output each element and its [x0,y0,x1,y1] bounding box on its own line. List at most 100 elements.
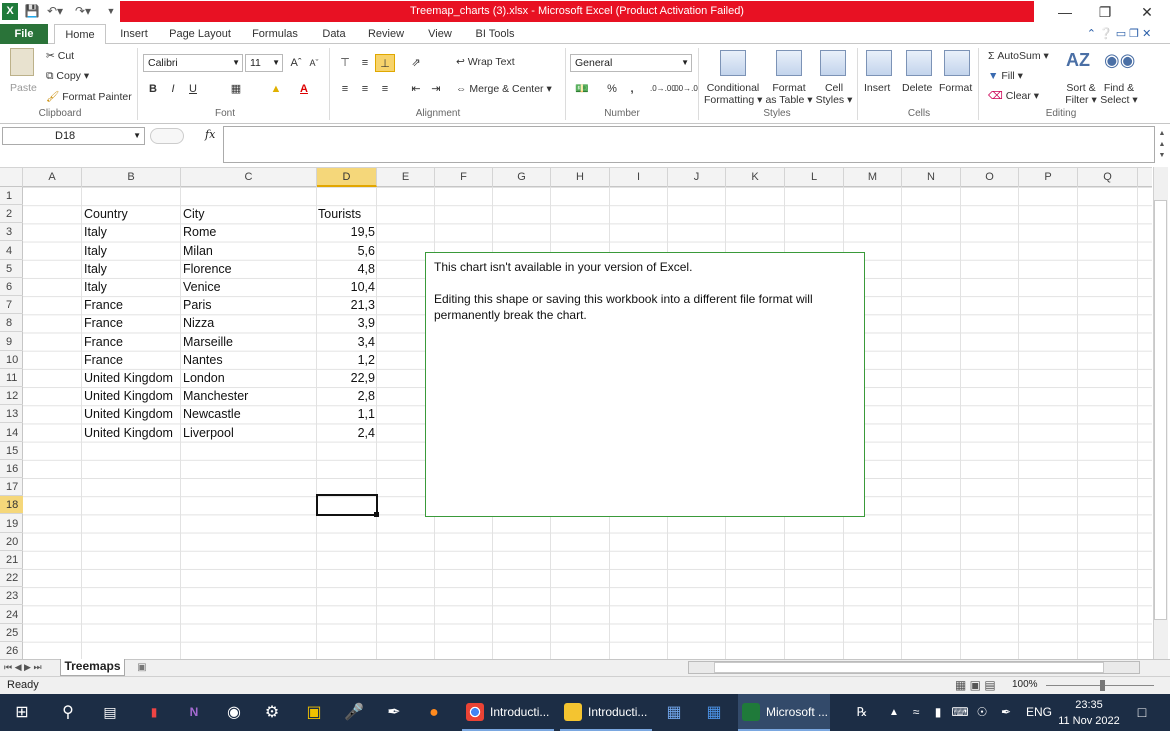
office-icon[interactable]: ▮ [140,694,168,731]
tourists-cell[interactable]: 3,4 [318,333,375,351]
wifi-icon[interactable]: ≈ [906,694,926,731]
column-header[interactable]: M [844,168,902,187]
city-cell[interactable]: Liverpool [183,424,317,442]
city-cell[interactable]: Paris [183,296,317,314]
city-cell[interactable]: Milan [183,242,317,260]
row-header[interactable]: 14 [0,424,23,442]
column-header[interactable]: Q [1078,168,1138,187]
microphone-icon[interactable]: 🎤 [340,694,368,731]
row-header[interactable]: 21 [0,551,23,569]
tourists-cell[interactable]: 10,4 [318,278,375,296]
fill-handle[interactable] [374,512,379,517]
number-format-combo[interactable]: General ▼ [570,54,692,72]
tab-page-layout[interactable]: Page Layout [164,24,236,44]
city-cell[interactable]: Newcastle [183,405,317,423]
close-button[interactable]: ✕ [1127,2,1167,22]
customize-qat-icon[interactable]: ▼ [104,3,118,20]
row-header[interactable]: 24 [0,606,23,624]
row-header[interactable]: 10 [0,351,23,369]
autosum-button[interactable]: Σ AutoSum ▾ [988,50,1049,62]
align-bottom-icon[interactable]: ⊥ [375,54,395,72]
vertical-scroll-thumb[interactable] [1154,200,1167,620]
calendar-icon[interactable]: ▦ [700,694,728,731]
tourists-cell[interactable]: 4,8 [318,260,375,278]
row-header[interactable]: 11 [0,369,23,387]
country-cell[interactable]: Italy [84,260,180,278]
format-as-table-button[interactable]: Format as Table ▾ [764,82,814,106]
borders-icon[interactable]: ▦ [226,80,246,98]
restore-button[interactable]: ❐ [1085,2,1125,22]
format-as-table-icon[interactable] [776,50,802,76]
country-cell[interactable]: United Kingdom [84,387,180,405]
column-header[interactable]: I [610,168,668,187]
fill-color-icon[interactable]: ▲ [266,80,286,98]
format-button[interactable]: Format [939,82,972,94]
table-header-cell[interactable]: Tourists [318,205,375,223]
onenote-icon[interactable]: N [180,694,208,731]
orientation-icon[interactable]: ⇗ [406,54,426,72]
shrink-font-icon[interactable]: Aˇ [304,54,324,72]
tab-bi-tools[interactable]: BI Tools [468,24,522,44]
align-right-icon[interactable]: ≡ [375,80,395,98]
increase-decimal-icon[interactable]: .0→.00 [650,80,676,98]
italic-button[interactable]: I [163,80,183,98]
media-player-icon[interactable]: ◉ [220,694,248,731]
people-icon[interactable]: ℞ [850,694,874,731]
table-header-cell[interactable]: City [183,205,317,223]
city-cell[interactable]: Manchester [183,387,317,405]
insert-cells-icon[interactable] [866,50,892,76]
formula-expand-icon[interactable]: ▲ ▲ ▼ [1157,128,1167,162]
country-cell[interactable]: France [84,351,180,369]
pen-icon[interactable]: ✒ [996,694,1016,731]
tab-file[interactable]: File [0,24,48,44]
country-cell[interactable]: United Kingdom [84,424,180,442]
tourists-cell[interactable]: 5,6 [318,242,375,260]
column-header[interactable]: B [82,168,181,187]
row-header[interactable]: 4 [0,242,23,260]
column-header[interactable]: F [435,168,493,187]
column-header[interactable]: P [1019,168,1078,187]
find-select-button[interactable]: Find & Select ▾ [1100,82,1138,106]
font-color-icon[interactable]: A [294,80,314,98]
conditional-formatting-button[interactable]: Conditional Formatting ▾ [704,82,762,106]
percent-button[interactable]: % [602,80,622,98]
currency-icon[interactable]: 💵 [572,80,592,98]
city-cell[interactable]: Florence [183,260,317,278]
minimize-button[interactable]: — [1045,2,1085,22]
row-header[interactable]: 26 [0,642,23,660]
city-cell[interactable]: Nizza [183,314,317,332]
column-header-selected[interactable]: D [317,168,377,187]
delete-cells-icon[interactable] [906,50,932,76]
help-controls[interactable]: ⌃ ❔ ▭ ❐ ✕ [1072,24,1166,44]
new-sheet-icon[interactable]: ▣ [132,660,152,675]
format-cells-icon[interactable] [944,50,970,76]
row-header[interactable]: 19 [0,515,23,533]
taskbar-file-app[interactable]: Introducti... [560,694,652,731]
chevron-up-icon[interactable]: ▲ [884,694,904,731]
tourists-cell[interactable]: 1,1 [318,405,375,423]
city-cell[interactable]: Rome [183,223,317,241]
tourists-cell[interactable]: 2,4 [318,424,375,442]
country-cell[interactable]: France [84,314,180,332]
tourists-cell[interactable]: 2,8 [318,387,375,405]
delete-button[interactable]: Delete [902,82,932,94]
tab-view[interactable]: View [420,24,460,44]
search-icon[interactable]: ⚲ [54,694,82,731]
conditional-formatting-icon[interactable] [720,50,746,76]
zoom-slider-thumb[interactable] [1100,680,1105,691]
row-header[interactable]: 8 [0,314,23,333]
row-header[interactable]: 5 [0,260,23,278]
row-header[interactable]: 6 [0,278,23,296]
settings-gear-icon[interactable]: ⚙ [258,694,286,731]
tourists-cell[interactable]: 3,9 [318,314,375,332]
insert-function-button[interactable]: fx [205,128,219,144]
fill-button[interactable]: ▼ Fill ▾ [988,70,1023,82]
formula-input[interactable] [223,126,1155,163]
row-header[interactable]: 18 [0,496,23,515]
wrap-text-button[interactable]: ↩ Wrap Text [456,56,515,68]
column-header[interactable]: O [961,168,1019,187]
calculator-icon[interactable]: ▦ [660,694,688,731]
view-buttons[interactable]: ▦ ▣ ▤ [955,678,1003,693]
row-header[interactable]: 23 [0,587,23,606]
tab-home[interactable]: Home [54,24,106,45]
